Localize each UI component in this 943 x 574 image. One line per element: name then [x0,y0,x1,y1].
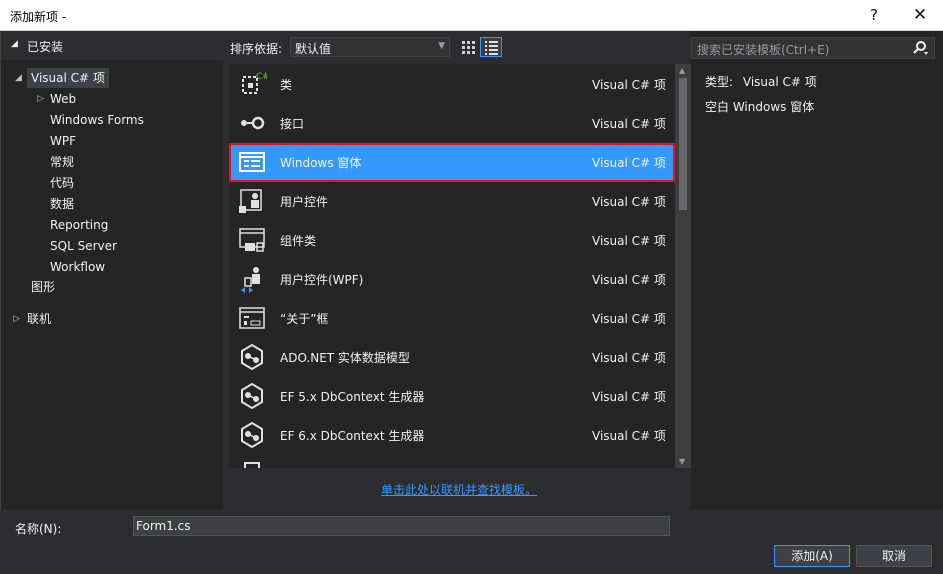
tree-item-general[interactable]: 常规 [50,152,74,172]
template-language: Visual C# 项 [592,429,666,443]
about-box-icon [239,307,265,329]
category-pane: ◢ 已安装 ◢ Visual C# 项 ▷ Web Windows Forms … [0,31,224,510]
template-name: ADO.NET 实体数据模型 [280,351,410,365]
chevron-down-icon: ▼ [438,41,445,51]
search-icon[interactable] [911,40,929,56]
template-row[interactable]: 用户控件 Visual C# 项 [229,182,675,221]
tree-item-code[interactable]: 代码 [50,173,74,193]
tree-item-label: Web [50,92,77,106]
tree-item-label: Visual C# 项 [27,68,109,88]
sort-toolbar: 排序依据: 默认值 ▼ [223,31,691,63]
template-row[interactable]: C# 类 Visual C# 项 [229,65,675,104]
list-view-icon [485,41,498,55]
list-view-button[interactable] [480,37,502,57]
search-box[interactable]: 搜索已安装模板(Ctrl+E) [691,37,935,59]
type-label: 类型: [705,75,734,89]
template-name: 用户控件 [280,195,329,209]
tree-item-data[interactable]: 数据 [50,194,74,214]
grid-view-icon [462,41,475,54]
scroll-down-icon[interactable]: ▼ [679,457,685,466]
template-language: Visual C# 项 [592,117,666,131]
name-label: 名称(N): [15,522,62,536]
wpf-user-control-icon [241,267,260,293]
tree-item-sql-server[interactable]: SQL Server [50,236,117,256]
help-button[interactable]: ? [851,0,897,31]
template-row[interactable]: “关于”框 Visual C# 项 [229,299,675,338]
window-title: 添加新项 - [10,10,67,24]
user-control-icon [239,189,262,213]
scroll-thumb[interactable] [679,78,687,210]
template-name: 用户控件(WPF) [280,273,364,287]
template-name: “关于”框 [280,312,329,326]
installed-header[interactable]: ◢ 已安装 [1,31,224,60]
template-list: C# 类 Visual C# 项 接口 Visual C# 项 Windows … [229,64,691,468]
tree-item-windows-forms[interactable]: Windows Forms [50,110,144,130]
installed-label: 已安装 [27,40,64,54]
close-button[interactable]: ✕ [897,0,943,31]
class-icon: C# [242,72,267,94]
dbcontext-generator-icon [241,382,263,410]
template-name: 接口 [280,117,305,131]
windows-form-icon [239,152,265,172]
template-description: 空白 Windows 窗体 [705,100,815,114]
template-name: 类 [280,78,293,92]
template-language: Visual C# 项 [592,156,666,170]
tree-item-label: 联机 [27,312,52,326]
template-row[interactable]: EF 6.x DbContext 生成器 Visual C# 项 [229,416,675,455]
details-pane: 搜索已安装模板(Ctrl+E) 类型: Visual C# 项 空白 Windo… [691,31,943,510]
template-name: EF 6.x DbContext 生成器 [280,429,425,443]
template-name: 组件类 [280,234,317,248]
add-button[interactable]: 添加(A) [774,545,850,567]
template-language: Visual C# 项 [592,78,666,92]
component-class-icon [239,228,265,252]
search-placeholder: 搜索已安装模板(Ctrl+E) [697,43,830,57]
online-templates-link[interactable]: 单击此处以联机并查找模板。 [381,481,537,498]
template-language: Visual C# 项 [592,234,666,248]
template-language: Visual C# 项 [592,195,666,209]
template-row[interactable]: 接口 Visual C# 项 [229,104,675,143]
template-name: Windows 窗体 [280,156,362,170]
cancel-button[interactable]: 取消 [856,545,932,567]
bottom-bar: 名称(N): 添加(A) 取消 [0,510,943,574]
template-language: Visual C# 项 [592,390,666,404]
tree-item-workflow[interactable]: Workflow [50,257,105,277]
sort-label: 排序依据: [230,42,283,56]
name-input[interactable] [133,516,670,536]
grid-view-button[interactable] [457,37,479,57]
template-row[interactable]: 组件类 Visual C# 项 [229,221,675,260]
template-row[interactable]: EF 5.x DbContext 生成器 Visual C# 项 [229,377,675,416]
template-language: Visual C# 项 [592,273,666,287]
sort-value: 默认值 [295,42,332,56]
expanded-arrow-icon[interactable]: ◢ [15,68,22,88]
collapsed-arrow-icon[interactable]: ▷ [37,89,44,109]
title-bar: 添加新项 - ? ✕ [0,0,943,31]
interface-icon [241,116,265,130]
template-row-partial[interactable] [229,455,675,468]
template-language: Visual C# 项 [592,351,666,365]
type-value: Visual C# 项 [742,75,817,89]
dbcontext-generator-icon [241,421,263,449]
data-model-icon [241,343,263,371]
tree-item-graphics[interactable]: 图形 [31,277,55,297]
template-row[interactable]: 用户控件(WPF) Visual C# 项 [229,260,675,299]
template-row-selected[interactable]: Windows 窗体 Visual C# 项 [229,143,675,182]
type-row: 类型: Visual C# 项 [705,73,817,90]
file-icon [244,462,260,468]
collapse-arrow-icon[interactable]: ◢ [11,39,18,49]
template-name: EF 5.x DbContext 生成器 [280,390,425,404]
sort-dropdown[interactable]: 默认值 ▼ [290,37,450,57]
tree-item-reporting[interactable]: Reporting [50,215,108,235]
template-language: Visual C# 项 [592,312,666,326]
collapsed-arrow-icon[interactable]: ▷ [13,309,20,329]
tree-item-wpf[interactable]: WPF [50,131,76,151]
scroll-up-icon[interactable]: ▲ [679,66,685,75]
svg-text:C#: C# [256,72,267,82]
template-list-scrollbar[interactable]: ▲ ▼ [675,64,691,468]
template-row[interactable]: ADO.NET 实体数据模型 Visual C# 项 [229,338,675,377]
